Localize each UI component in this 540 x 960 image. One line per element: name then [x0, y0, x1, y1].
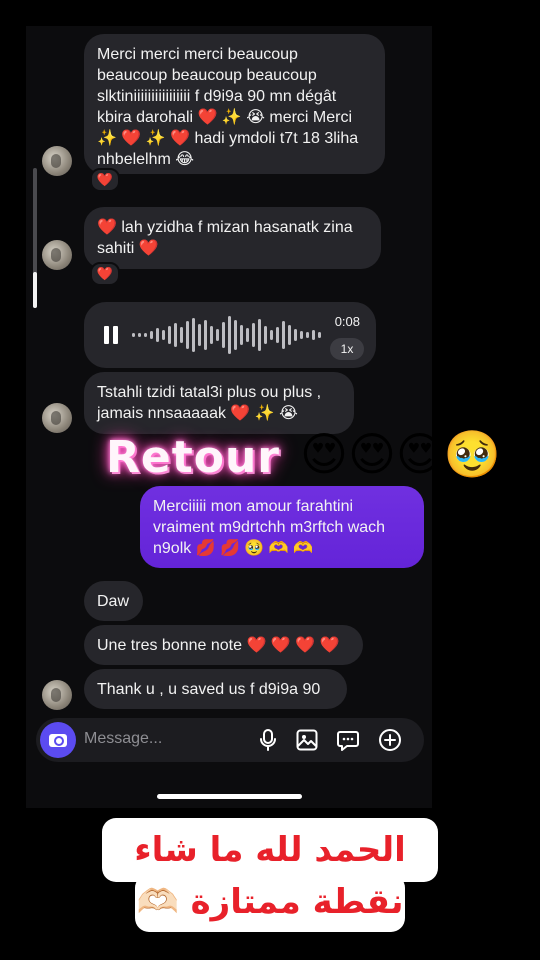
message-composer: Message... — [36, 718, 424, 762]
sender-avatar[interactable] — [42, 146, 72, 176]
pause-icon[interactable] — [104, 326, 120, 344]
voice-duration: 0:08 — [334, 314, 360, 329]
camera-icon[interactable] — [40, 722, 76, 758]
waveform-bar — [306, 332, 309, 338]
waveform-bar — [210, 326, 213, 344]
sender-avatar[interactable] — [42, 680, 72, 710]
waveform-bar — [156, 328, 159, 342]
waveform-bar — [270, 330, 273, 340]
heart-reaction-icon[interactable]: ❤️ — [90, 168, 120, 192]
waveform-bar — [222, 322, 225, 348]
waveform-bar — [186, 321, 189, 349]
emoji-sticker: 😍😍😍🥹 — [300, 428, 502, 480]
waveform-bar — [204, 320, 207, 350]
waveform-bar — [318, 332, 321, 338]
message-bubble-incoming[interactable]: ❤️ lah yzidha f mizan hasanatk zina sahi… — [84, 207, 381, 269]
sender-avatar[interactable] — [42, 403, 72, 433]
gallery-icon[interactable] — [295, 728, 319, 752]
waveform-bar — [228, 316, 231, 354]
waveform-bar — [192, 318, 195, 352]
caption-line-1: الحمد لله ما شاء الله — [102, 818, 438, 934]
scroll-thumb[interactable] — [33, 272, 37, 308]
message-bubble-incoming[interactable]: Thank u , u saved us f d9i9a 90 — [84, 669, 347, 709]
message-bubble-outgoing[interactable]: Merciiiii mon amour farahtini vraiment m… — [140, 486, 424, 568]
waveform-bar — [246, 328, 249, 342]
waveform-bar — [138, 333, 141, 337]
playback-speed-button[interactable]: 1x — [330, 338, 364, 360]
caption-line-2: نقطة ممتازة 🫶🏻 — [135, 874, 405, 932]
retour-sticker-text: Retour — [106, 432, 281, 483]
microphone-icon[interactable] — [256, 728, 280, 752]
waveform-bar — [282, 321, 285, 349]
message-bubble-incoming[interactable]: Merci merci merci beaucoup beaucoup beau… — [84, 34, 385, 174]
waveform-bar — [132, 333, 135, 337]
waveform-bar — [312, 330, 315, 340]
waveform-bar — [294, 329, 297, 341]
message-bubble-incoming[interactable]: Une tres bonne note ❤️ ❤️ ❤️ ❤️ — [84, 625, 363, 665]
waveform-bar — [252, 323, 255, 347]
waveform-bar — [180, 327, 183, 343]
waveform-bar — [162, 330, 165, 340]
waveform-bar — [258, 319, 261, 351]
heart-reaction-icon[interactable]: ❤️ — [90, 262, 120, 286]
waveform-bar — [234, 320, 237, 350]
add-icon[interactable] — [378, 728, 402, 752]
waveform-icon[interactable] — [132, 314, 322, 356]
waveform-bar — [174, 323, 177, 347]
waveform-bar — [264, 326, 267, 344]
waveform-bar — [240, 325, 243, 345]
message-input[interactable]: Message... — [84, 730, 162, 748]
sender-avatar[interactable] — [42, 240, 72, 270]
voice-message[interactable]: 0:08 1x — [84, 302, 376, 368]
sticker-chat-icon[interactable] — [336, 728, 360, 752]
waveform-bar — [300, 331, 303, 339]
waveform-bar — [198, 324, 201, 346]
waveform-bar — [276, 327, 279, 343]
waveform-bar — [216, 329, 219, 341]
waveform-bar — [150, 331, 153, 339]
message-bubble-incoming[interactable]: Daw — [84, 581, 143, 621]
home-indicator[interactable] — [157, 794, 302, 799]
waveform-bar — [168, 326, 171, 344]
waveform-bar — [288, 325, 291, 345]
waveform-bar — [144, 333, 147, 337]
